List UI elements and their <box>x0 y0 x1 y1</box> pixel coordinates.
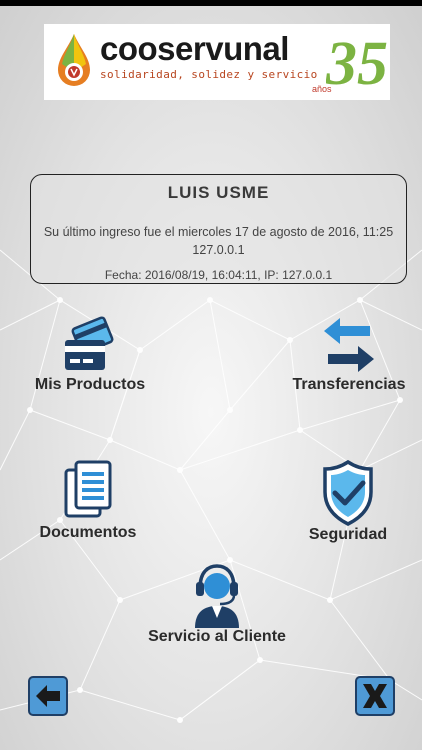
seguridad-label: Seguridad <box>308 526 388 543</box>
arrow-left-icon <box>36 685 60 707</box>
brand-name: cooservunal <box>100 30 289 67</box>
back-button[interactable] <box>28 676 68 716</box>
drop-logo-icon <box>58 34 90 86</box>
app-screen: cooservunal solidaridad, solidez y servi… <box>0 0 422 750</box>
shield-check-icon <box>323 460 373 526</box>
anniversary-35-icon: 35 <box>326 30 388 98</box>
headset-agent-icon <box>195 564 239 628</box>
transferencias-button[interactable]: Transferencias <box>286 314 412 394</box>
close-x-icon <box>363 684 387 708</box>
seguridad-button[interactable]: Seguridad <box>300 460 396 544</box>
last-login-text: Su último ingreso fue el miercoles 17 de… <box>43 225 394 257</box>
documentos-button[interactable]: Documentos <box>32 460 144 542</box>
transfer-arrows-icon <box>324 318 374 372</box>
session-info-card: LUIS USME Su último ingreso fue el mierc… <box>30 174 407 284</box>
anniversary-unit: años <box>312 84 332 94</box>
servicio-cliente-button[interactable]: Servicio al Cliente <box>143 562 291 646</box>
anniversary-number: 35 <box>326 30 388 98</box>
documentos-label: Documentos <box>39 524 137 541</box>
close-button[interactable] <box>355 676 395 716</box>
brand-tagline: solidaridad, solidez y servicio <box>100 68 318 81</box>
login-meta-text: Fecha: 2016/08/19, 16:04:11, IP: 127.0.0… <box>104 268 333 282</box>
transferencias-label: Transferencias <box>292 376 406 393</box>
documents-icon <box>64 460 112 518</box>
user-name: LUIS USME <box>167 183 270 202</box>
brand-logo: cooservunal solidaridad, solidez y servi… <box>44 24 390 100</box>
cards-icon <box>65 316 114 370</box>
servicio-cliente-label: Servicio al Cliente <box>148 628 286 645</box>
mis-productos-button[interactable]: Mis Productos <box>28 314 152 394</box>
mis-productos-label: Mis Productos <box>34 376 146 393</box>
